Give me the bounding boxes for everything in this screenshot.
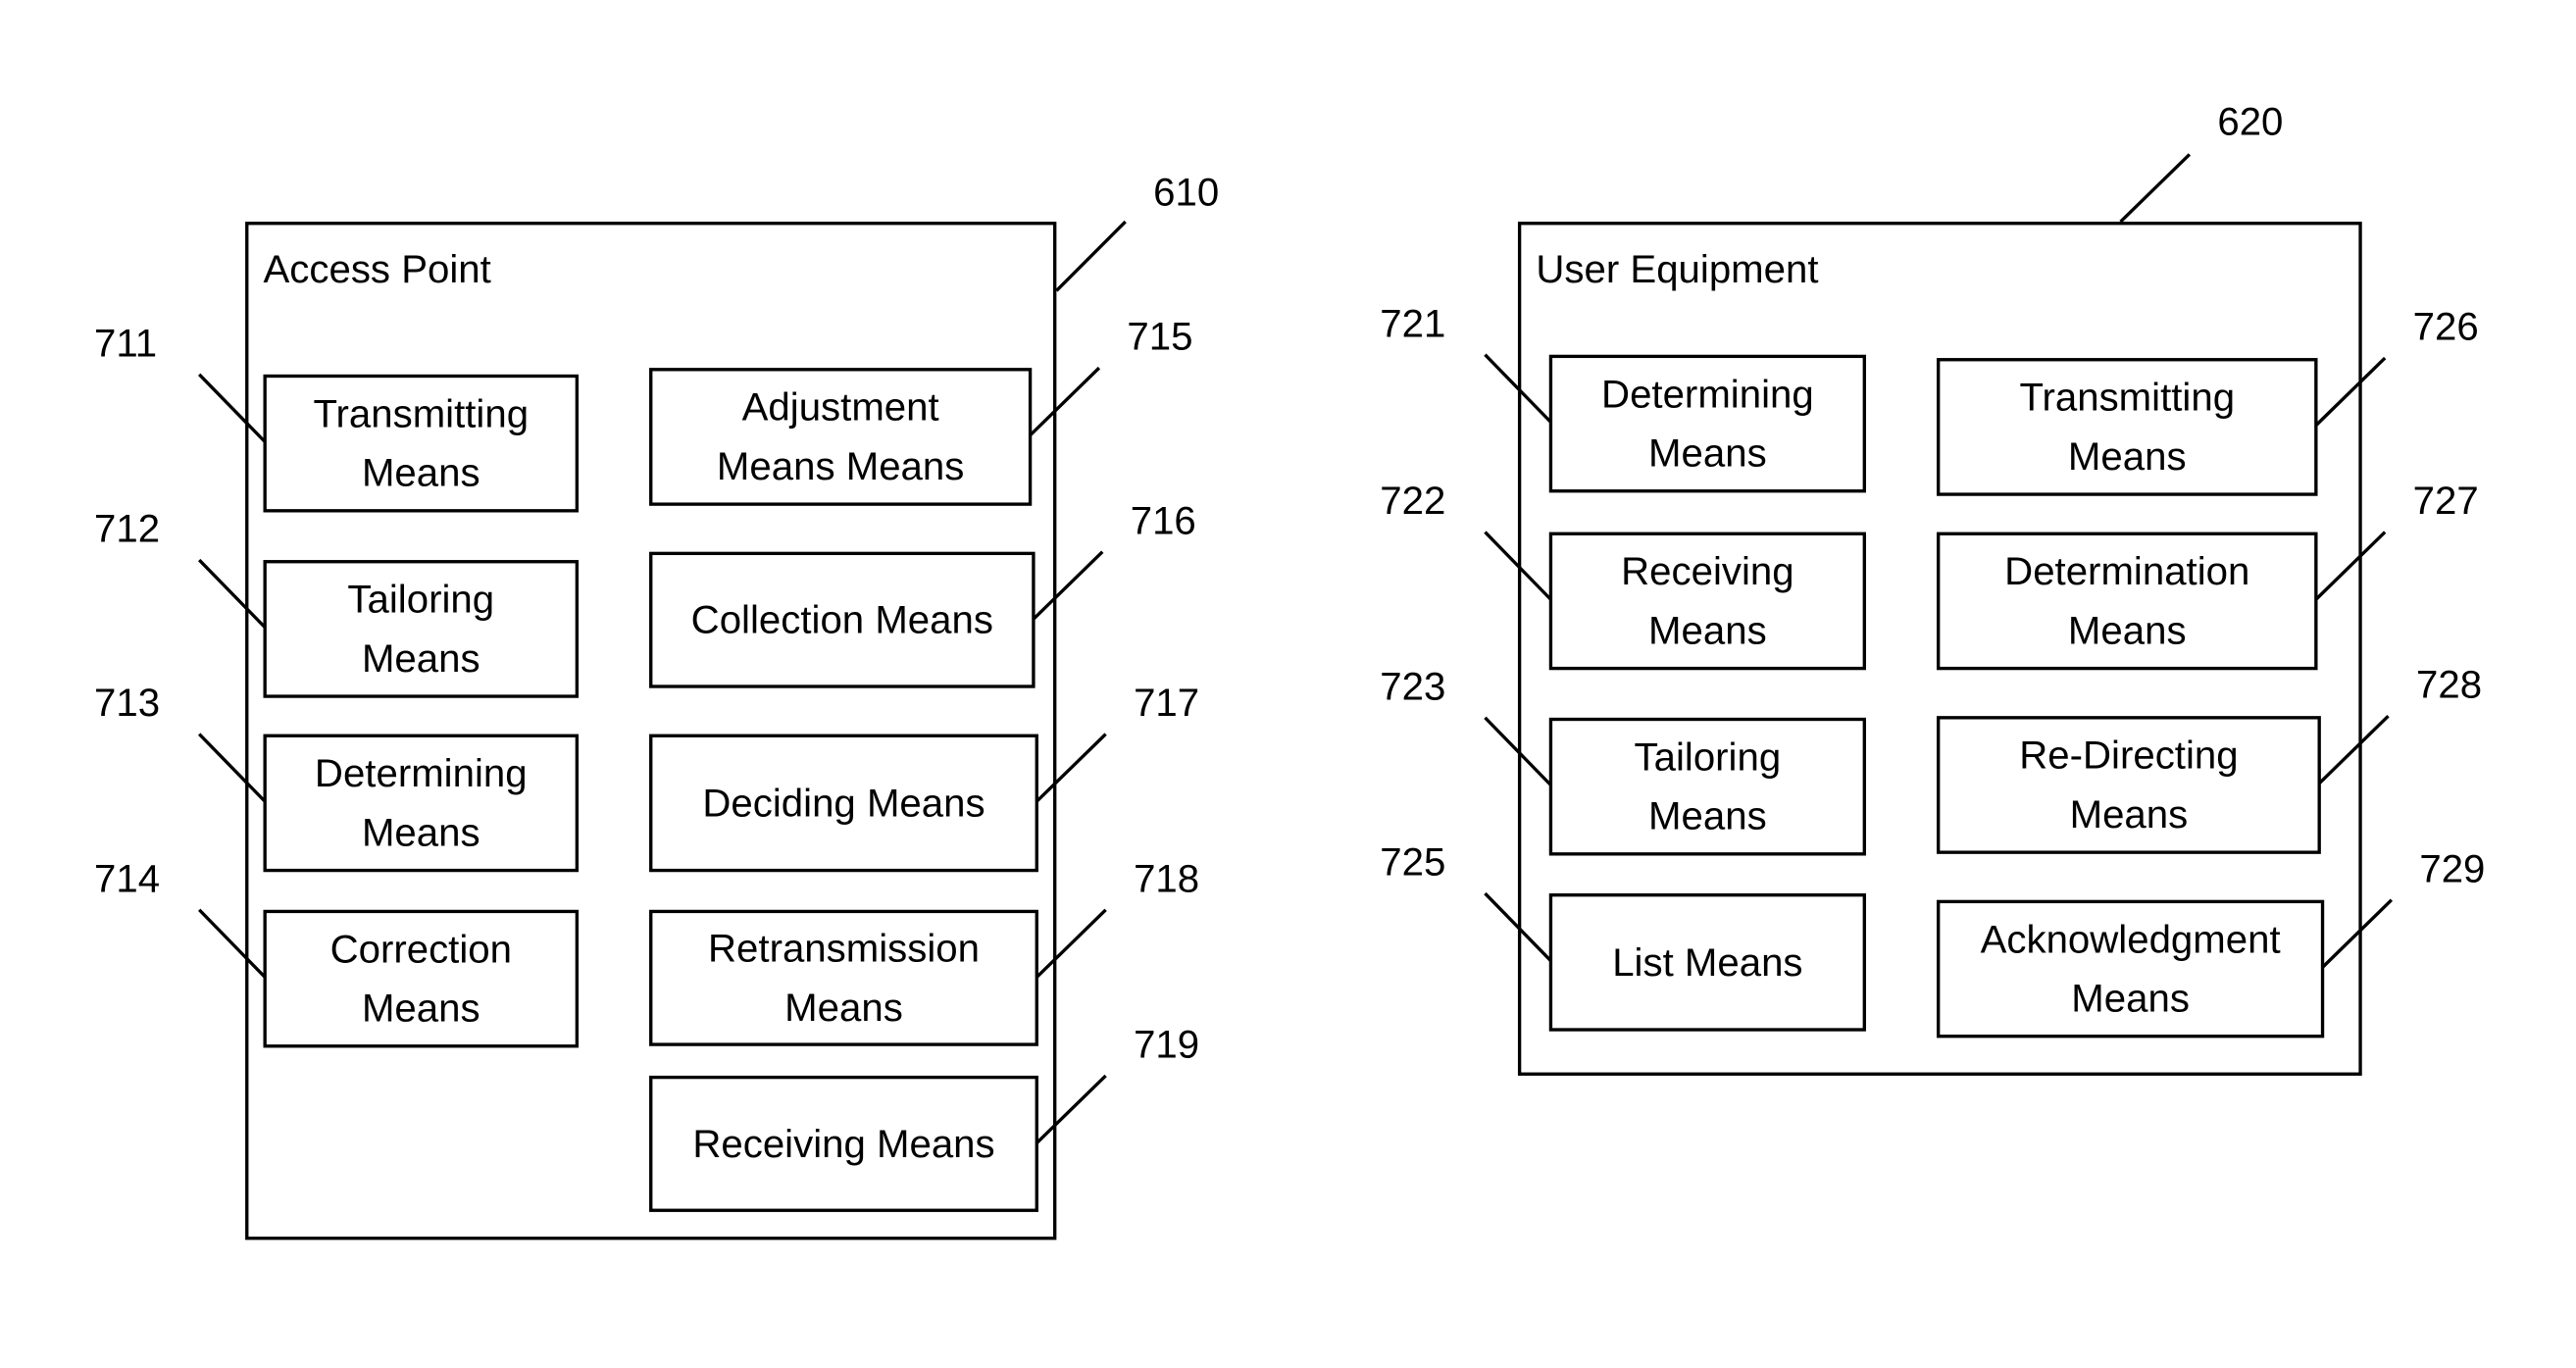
module-label: Transmitting (2019, 376, 2235, 420)
module-ref-number: 719 (1134, 1022, 1199, 1066)
module-label: Acknowledgment (1981, 917, 2281, 961)
module-ref-number: 715 (1127, 315, 1192, 359)
module-ref-leader (197, 558, 267, 629)
module-ref-leader (1032, 550, 1104, 621)
module-ref-number: 728 (2416, 663, 2482, 707)
user-equipment-module-acknowledgment-means: Acknowledgment Means 729 (1936, 846, 2485, 1039)
module-ref-number: 725 (1380, 840, 1445, 885)
module-ref-leader (2314, 531, 2387, 601)
module-label: Means (1648, 608, 1767, 652)
module-ref-number: 716 (1131, 498, 1196, 542)
module-ref-leader (1035, 733, 1107, 803)
module-ref-leader (1035, 1074, 1107, 1144)
module-label: Tailoring (347, 578, 494, 622)
module-ref-leader (2318, 714, 2390, 785)
access-point-module-deciding-means: Deciding Means 717 (649, 681, 1199, 873)
user-equipment-ref: 620 (2217, 99, 2283, 143)
module-label: Means (362, 636, 480, 681)
module-label: Means (362, 810, 480, 854)
access-point-block: Access Point 610 Transmitting Means 711 Tai… (94, 170, 1219, 1241)
module-ref-number: 717 (1134, 681, 1199, 725)
module-label: Collection Means (691, 598, 993, 642)
module-label: Determining (1601, 372, 1814, 416)
block-diagram: Access Point 610 Transmitting Means 711 Tai… (94, 99, 2485, 1241)
module-ref-leader (197, 908, 267, 979)
access-point-module-correction-means: Correction Means 714 (94, 856, 580, 1048)
user-equipment-block: User Equipment 620 Determining Means 721 Re… (1380, 99, 2485, 1076)
module-ref-leader (2321, 898, 2394, 969)
module-label: Means (2071, 977, 2190, 1021)
user-equipment-module-transmitting-means: Transmitting Means 726 (1936, 305, 2479, 496)
module-label: Means (2070, 792, 2189, 836)
access-point-ref: 610 (1153, 170, 1219, 214)
module-label: List Means (1612, 940, 1802, 985)
user-equipment-ref-leader (2119, 153, 2192, 224)
module-label: Correction (330, 927, 512, 971)
access-point-module-retransmission-means: Retransmission Means 718 (649, 856, 1199, 1046)
user-equipment-module-determination-means: Determination Means 727 (1936, 479, 2479, 671)
user-equipment-module-receiving-means: Receiving Means 722 (1380, 479, 1866, 671)
module-label: Re-Directing (2019, 734, 2238, 778)
module-ref-number: 721 (1380, 301, 1445, 345)
module-label: Adjustment (742, 385, 939, 430)
module-ref-leader (1029, 366, 1101, 436)
module-ref-number: 726 (2413, 305, 2479, 349)
module-label: Means (362, 987, 480, 1031)
access-point-module-determining-means: Determining Means 713 (94, 681, 580, 873)
module-ref-number: 729 (2419, 846, 2485, 890)
user-equipment-module-tailoring-means: Tailoring Means 723 (1380, 664, 1866, 856)
module-label: Means (1648, 794, 1767, 838)
access-point-title: Access Point (264, 247, 491, 291)
user-equipment-title: User Equipment (1536, 247, 1818, 291)
module-ref-number: 713 (94, 681, 160, 725)
module-ref-leader (197, 733, 267, 803)
module-label: Retransmission (708, 927, 980, 971)
module-label: Receiving Means (692, 1122, 994, 1166)
user-equipment-module-determining-means: Determining Means 721 (1380, 301, 1866, 493)
access-point-module-tailoring-means: Tailoring Means 712 (94, 507, 580, 698)
module-ref-leader (1035, 908, 1107, 979)
module-label: Tailoring (1635, 735, 1782, 779)
module-ref-leader (2314, 356, 2387, 427)
access-point-module-transmitting-means: Transmitting Means 711 (94, 321, 580, 513)
module-label: Means (362, 451, 480, 495)
module-ref-number: 712 (94, 507, 160, 551)
access-point-module-collection-means: Collection Means 716 (649, 498, 1196, 688)
module-label: Deciding Means (702, 781, 985, 825)
module-label: Means Means (717, 444, 964, 488)
module-ref-number: 711 (94, 321, 157, 365)
module-ref-number: 722 (1380, 479, 1445, 523)
module-label: Means (784, 986, 903, 1030)
access-point-module-adjustment-means-means: Adjustment Means Means 715 (649, 315, 1192, 506)
module-label: Means (2068, 608, 2187, 652)
module-ref-number: 727 (2413, 479, 2479, 523)
module-label: Transmitting (313, 391, 529, 435)
module-ref-number: 718 (1134, 856, 1199, 900)
access-point-ref-leader (1055, 220, 1127, 292)
access-point-module-receiving-means: Receiving Means 719 (649, 1022, 1199, 1212)
user-equipment-module-re-directing-means: Re-Directing Means 728 (1936, 663, 2482, 854)
module-label: Determining (315, 751, 528, 795)
module-label: Means (2068, 434, 2187, 479)
module-ref-leader (197, 373, 267, 443)
module-ref-number: 723 (1380, 664, 1445, 708)
module-label: Receiving (1621, 549, 1793, 593)
module-label: Means (1648, 431, 1767, 476)
module-ref-number: 714 (94, 856, 160, 900)
module-label: Determination (2004, 549, 2249, 593)
user-equipment-module-list-means: List Means 725 (1380, 840, 1866, 1032)
